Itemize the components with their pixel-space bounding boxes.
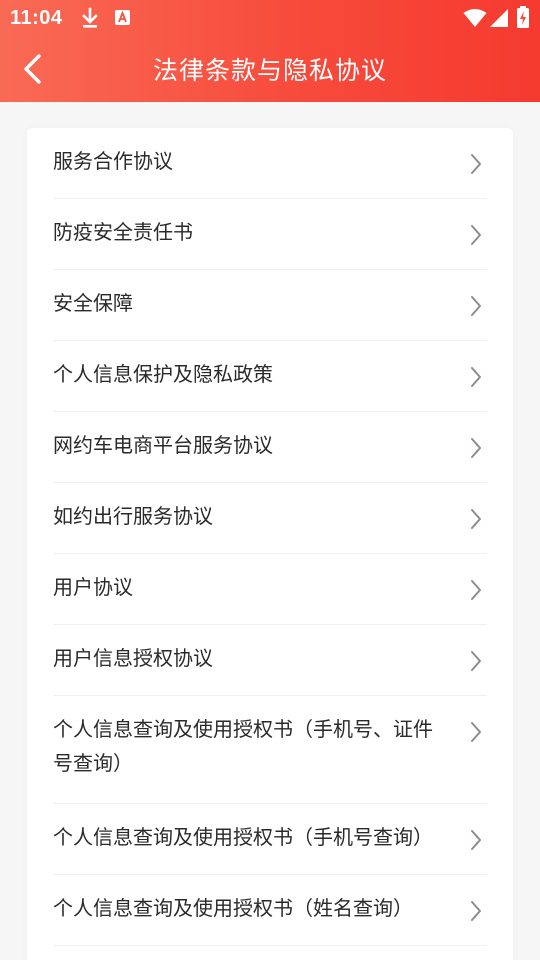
chevron-right-icon <box>471 296 481 316</box>
signal-icon <box>489 8 509 32</box>
list-item-user-info-authorization[interactable]: 用户信息授权协议 <box>53 625 487 696</box>
list-item-safety-guarantee[interactable]: 安全保障 <box>53 270 487 341</box>
list-item-service-cooperation[interactable]: 服务合作协议 <box>53 128 487 199</box>
list-item-query-auth-phone-id[interactable]: 个人信息查询及使用授权书（手机号、证件号查询） <box>53 696 487 804</box>
agreements-list: 服务合作协议 防疫安全责任书 安全保障 个人信息保护及隐私政策 网约车电商平台服… <box>27 128 513 946</box>
chevron-right-icon <box>471 580 481 600</box>
navigation-bar: 法律条款与隐私协议 <box>0 36 540 102</box>
list-item-platform-service[interactable]: 网约车电商平台服务协议 <box>53 412 487 483</box>
battery-charging-icon <box>516 5 530 33</box>
list-item-label: 个人信息查询及使用授权书（姓名查询） <box>53 896 413 920</box>
list-item-label: 个人信息查询及使用授权书（手机号查询） <box>53 825 433 849</box>
list-item-label: 用户信息授权协议 <box>53 646 213 670</box>
chevron-right-icon <box>471 154 481 174</box>
status-bar: 11:04 <box>0 0 540 36</box>
list-item-label: 防疫安全责任书 <box>53 220 193 244</box>
list-item-label: 个人信息查询及使用授权书（手机号、证件号查询） <box>53 717 433 775</box>
page-title: 法律条款与隐私协议 <box>152 56 387 85</box>
chevron-right-icon <box>471 438 481 458</box>
chevron-right-icon <box>471 509 481 529</box>
wifi-icon <box>463 8 487 32</box>
agreements-card: 服务合作协议 防疫安全责任书 安全保障 个人信息保护及隐私政策 网约车电商平台服… <box>27 128 513 960</box>
list-item-label: 服务合作协议 <box>53 149 173 173</box>
status-time: 11:04 <box>10 7 63 29</box>
list-item-epidemic-safety[interactable]: 防疫安全责任书 <box>53 199 487 270</box>
chevron-right-icon <box>471 367 481 387</box>
list-item-label: 网约车电商平台服务协议 <box>53 433 273 457</box>
list-item-travel-service[interactable]: 如约出行服务协议 <box>53 483 487 554</box>
list-item-user-agreement[interactable]: 用户协议 <box>53 554 487 625</box>
header: 11:04 法律条款与隐私协议 <box>0 0 540 102</box>
notification-a-icon <box>114 9 131 30</box>
list-item-privacy-policy[interactable]: 个人信息保护及隐私政策 <box>53 341 487 412</box>
list-item-label: 用户协议 <box>53 575 133 599</box>
chevron-right-icon <box>471 722 481 742</box>
list-item-label: 安全保障 <box>53 291 133 315</box>
list-item-query-auth-phone[interactable]: 个人信息查询及使用授权书（手机号查询） <box>53 804 487 875</box>
list-item-query-auth-name[interactable]: 个人信息查询及使用授权书（姓名查询） <box>53 875 487 946</box>
chevron-right-icon <box>471 830 481 850</box>
download-icon <box>80 7 100 33</box>
chevron-right-icon <box>471 651 481 671</box>
list-item-label: 如约出行服务协议 <box>53 504 213 528</box>
screen: 11:04 法律条款与隐私协议 服务合作协议 防疫安全责任书 安全保障 个人信息… <box>0 0 540 960</box>
list-item-label: 个人信息保护及隐私政策 <box>53 362 273 386</box>
chevron-right-icon <box>471 225 481 245</box>
chevron-right-icon <box>471 901 481 921</box>
